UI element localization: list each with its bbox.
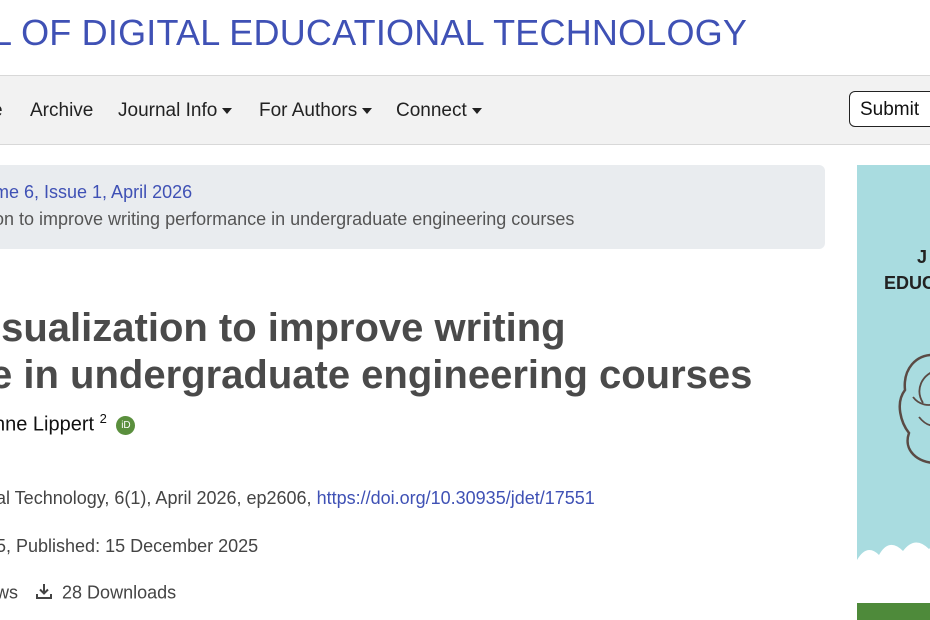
nav-for-authors[interactable]: For Authors bbox=[259, 100, 373, 122]
nav-connect[interactable]: Connect bbox=[396, 100, 482, 122]
downloads-count: 28 Downloads bbox=[62, 582, 177, 603]
download-icon bbox=[35, 582, 53, 605]
nav-home[interactable]: e bbox=[0, 100, 3, 122]
breadcrumb: me 6, Issue 1, April 2026 on to improve … bbox=[0, 165, 825, 249]
chevron-down-icon bbox=[222, 107, 233, 114]
cover-illustration bbox=[857, 353, 930, 620]
author-name[interactable]: nne Lippert bbox=[0, 414, 94, 436]
breadcrumb-issue-link[interactable]: me 6, Issue 1, April 2026 bbox=[0, 182, 192, 203]
nav-journal-info[interactable]: Journal Info bbox=[118, 100, 233, 122]
article-title: isualization to improve writing e in und… bbox=[0, 305, 810, 399]
main-navbar: e Archive Journal Info For Authors Conne… bbox=[0, 75, 930, 145]
article-title-line-1: isualization to improve writing bbox=[0, 306, 566, 350]
nav-archive[interactable]: Archive bbox=[30, 100, 93, 122]
doi-link[interactable]: https://doi.org/10.30935/jdet/17551 bbox=[317, 488, 595, 508]
breadcrumb-current: on to improve writing performance in und… bbox=[0, 209, 575, 229]
publication-dates: 5, Published: 15 December 2025 bbox=[0, 536, 259, 556]
chevron-down-icon bbox=[471, 107, 482, 114]
chevron-down-icon bbox=[362, 107, 373, 114]
article-stats: ws 28 Downloads bbox=[0, 582, 176, 605]
nav-for-authors-label: For Authors bbox=[259, 100, 358, 121]
journal-cover-image[interactable]: J EDUC bbox=[857, 165, 930, 620]
journal-title[interactable]: L OF DIGITAL EDUCATIONAL TECHNOLOGY bbox=[0, 12, 747, 54]
citation: al Technology, 6(1), April 2026, ep2606,… bbox=[0, 488, 595, 509]
orcid-icon[interactable]: iD bbox=[116, 415, 136, 435]
submit-button[interactable]: Submit bbox=[849, 91, 930, 127]
citation-text: al Technology, 6(1), April 2026, ep2606, bbox=[0, 488, 317, 508]
article-title-line-2: e in undergraduate engineering courses bbox=[0, 353, 753, 397]
views-count: ws bbox=[0, 582, 18, 603]
author-affiliation-number: 2 bbox=[99, 411, 107, 426]
nav-connect-label: Connect bbox=[396, 100, 467, 121]
author-list: nne Lippert 2 iD bbox=[0, 411, 136, 437]
nav-journal-info-label: Journal Info bbox=[118, 100, 218, 121]
